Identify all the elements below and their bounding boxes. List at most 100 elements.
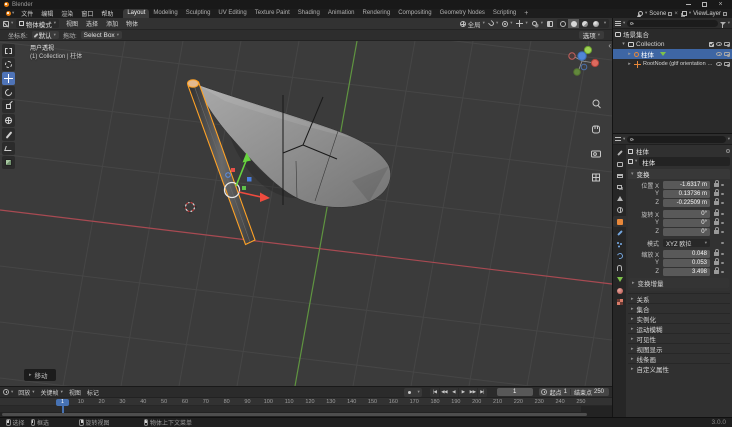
hide-in-viewport-icon[interactable]	[716, 52, 722, 56]
number-field[interactable]: 0.13736 m	[663, 190, 710, 198]
shading-material-button[interactable]	[579, 19, 590, 28]
timeline-menu[interactable]: 回放	[15, 388, 37, 397]
workspace-tab[interactable]: Rendering	[359, 9, 395, 18]
new-scene-icon[interactable]	[668, 11, 673, 16]
tab-view-layer[interactable]	[613, 182, 626, 193]
transform-tool[interactable]	[2, 114, 15, 127]
drag-mode-dropdown[interactable]: Select Box ▾	[80, 30, 122, 40]
object-name-field[interactable]: 柱体	[639, 157, 730, 167]
viewport-menu[interactable]: 添加	[102, 19, 122, 28]
select-box-tool[interactable]	[2, 44, 15, 57]
xray-toggle[interactable]	[547, 20, 553, 27]
annotate-tool[interactable]	[2, 128, 15, 141]
number-field[interactable]: 0°	[663, 210, 710, 218]
rotation-mode-dropdown[interactable]: XYZ 欧拉 ▾	[663, 239, 710, 248]
next-keyframe-button[interactable]: ▶▶	[468, 387, 478, 397]
disable-in-render-icon[interactable]	[724, 51, 731, 57]
operator-panel[interactable]: ▸ 移动	[24, 368, 56, 381]
number-field[interactable]: 3.498	[663, 268, 710, 276]
mode-selector[interactable]: 物体模式 ▾	[16, 19, 60, 29]
tab-tool[interactable]	[613, 147, 626, 158]
animate-dot[interactable]	[721, 183, 724, 187]
animate-dot[interactable]	[721, 221, 724, 225]
jump-to-end-button[interactable]: ▶|	[477, 387, 487, 397]
animate-dot[interactable]	[721, 201, 724, 205]
animate-dot[interactable]	[721, 270, 724, 274]
properties-section[interactable]: ▸ 视图显示	[628, 343, 730, 354]
workspace-tab[interactable]: Sculpting	[182, 9, 215, 18]
frame-end-field[interactable]: 结束点 250	[571, 388, 607, 397]
viewport-menu[interactable]: 选择	[82, 19, 102, 28]
sidebar-toggle-icon[interactable]: ‹	[608, 41, 611, 50]
workspace-tab[interactable]: UV Editing	[214, 9, 250, 18]
animate-dot[interactable]	[721, 261, 724, 265]
outliner-editor-type-button[interactable]: ▾	[615, 20, 625, 26]
viewlayer-selector[interactable]: ▾ ViewLayer	[681, 11, 727, 17]
unlink-scene-icon[interactable]: ×	[674, 11, 678, 17]
properties-section[interactable]: ▸ 关系	[628, 293, 730, 304]
lock-icon[interactable]	[714, 209, 720, 216]
animate-dot[interactable]	[721, 212, 724, 216]
lock-icon[interactable]	[714, 227, 720, 234]
animate-dot[interactable]	[721, 252, 724, 256]
tab-physics[interactable]	[613, 251, 626, 262]
perspective-toggle-icon[interactable]	[592, 173, 600, 182]
menubar-menu[interactable]: 窗口	[77, 9, 97, 18]
current-frame-line[interactable]	[62, 406, 64, 413]
disclosure-icon[interactable]: ▸	[627, 51, 632, 57]
rotate-tool[interactable]	[2, 86, 15, 99]
tab-world[interactable]	[613, 205, 626, 216]
lock-icon[interactable]	[714, 258, 720, 265]
editor-type-button[interactable]: ▾	[3, 20, 13, 27]
workspace-tab[interactable]: Shading	[294, 9, 324, 18]
lock-icon[interactable]	[714, 249, 720, 256]
auto-keying-button[interactable]	[403, 387, 415, 397]
workspace-tab[interactable]: Modeling	[149, 9, 181, 18]
menubar-menu[interactable]: 编辑	[37, 9, 57, 18]
animate-dot[interactable]	[721, 241, 724, 245]
add-cube-tool[interactable]	[2, 156, 15, 169]
timeline-ruler[interactable]: 10 20 30 40 50 60 70 80 90 100 110 120 130 140 150 160 1…	[0, 398, 612, 406]
lock-icon[interactable]	[714, 189, 720, 196]
transform-orientation-dropdown[interactable]: 全局 ▾	[459, 19, 485, 29]
properties-section[interactable]: ▸ 线条画	[628, 353, 730, 364]
lock-icon[interactable]	[714, 218, 720, 225]
disable-in-render-icon[interactable]	[724, 41, 731, 47]
blender-menu-button[interactable]: ▾	[3, 11, 17, 16]
viewport-canvas[interactable]: 用户透视 (1) Collection | 柱体 ‹ ▸ 移动	[0, 41, 612, 386]
outliner-row-cylinder[interactable]: ▸ 柱体	[613, 49, 732, 59]
shading-solid-button[interactable]	[568, 19, 579, 28]
outliner-row-collection[interactable]: ▾ Collection	[613, 39, 732, 49]
collection-checkbox[interactable]	[709, 41, 714, 47]
keying-dropdown[interactable]: ▾	[415, 387, 423, 397]
tab-scene[interactable]	[613, 193, 626, 204]
options-dropdown[interactable]: 选项 ▾	[578, 30, 604, 40]
disclosure-icon[interactable]: ▸	[627, 61, 632, 67]
properties-section[interactable]: ▸ 实例化	[628, 313, 730, 324]
workspace-tab[interactable]: Scripting	[489, 9, 520, 18]
number-field[interactable]: -0.22509 m	[663, 199, 710, 207]
tab-output[interactable]	[613, 170, 626, 181]
camera-view-icon[interactable]	[591, 150, 601, 158]
pin-icon[interactable]	[726, 149, 730, 153]
lock-icon[interactable]	[714, 198, 720, 205]
menubar-menu[interactable]: 文件	[17, 9, 37, 18]
number-field[interactable]: 0.048	[663, 250, 710, 258]
minimize-button[interactable]	[681, 0, 696, 9]
shading-dropdown[interactable]: ▾	[601, 19, 609, 28]
timeline-menu[interactable]: 视图	[66, 388, 84, 397]
number-field[interactable]: 0°	[663, 228, 710, 236]
tab-texture[interactable]	[613, 297, 626, 308]
menubar-menu[interactable]: 渲染	[57, 9, 77, 18]
timeline-menu[interactable]: 标记	[84, 388, 102, 397]
current-frame-indicator[interactable]: 1	[56, 398, 69, 406]
properties-section[interactable]: ▸ 自定义属性	[628, 363, 730, 374]
animate-dot[interactable]	[721, 192, 724, 196]
previous-keyframe-button[interactable]: ◀◀	[439, 387, 449, 397]
properties-editor-type-button[interactable]: ▾	[615, 136, 625, 142]
viewport-menu[interactable]: 物体	[122, 19, 142, 28]
properties-filter-dropdown[interactable]: ▾	[728, 136, 730, 142]
viewport-menu[interactable]: 视图	[62, 19, 82, 28]
cursor-tool[interactable]	[2, 58, 15, 71]
jump-to-start-button[interactable]: |◀	[430, 387, 440, 397]
